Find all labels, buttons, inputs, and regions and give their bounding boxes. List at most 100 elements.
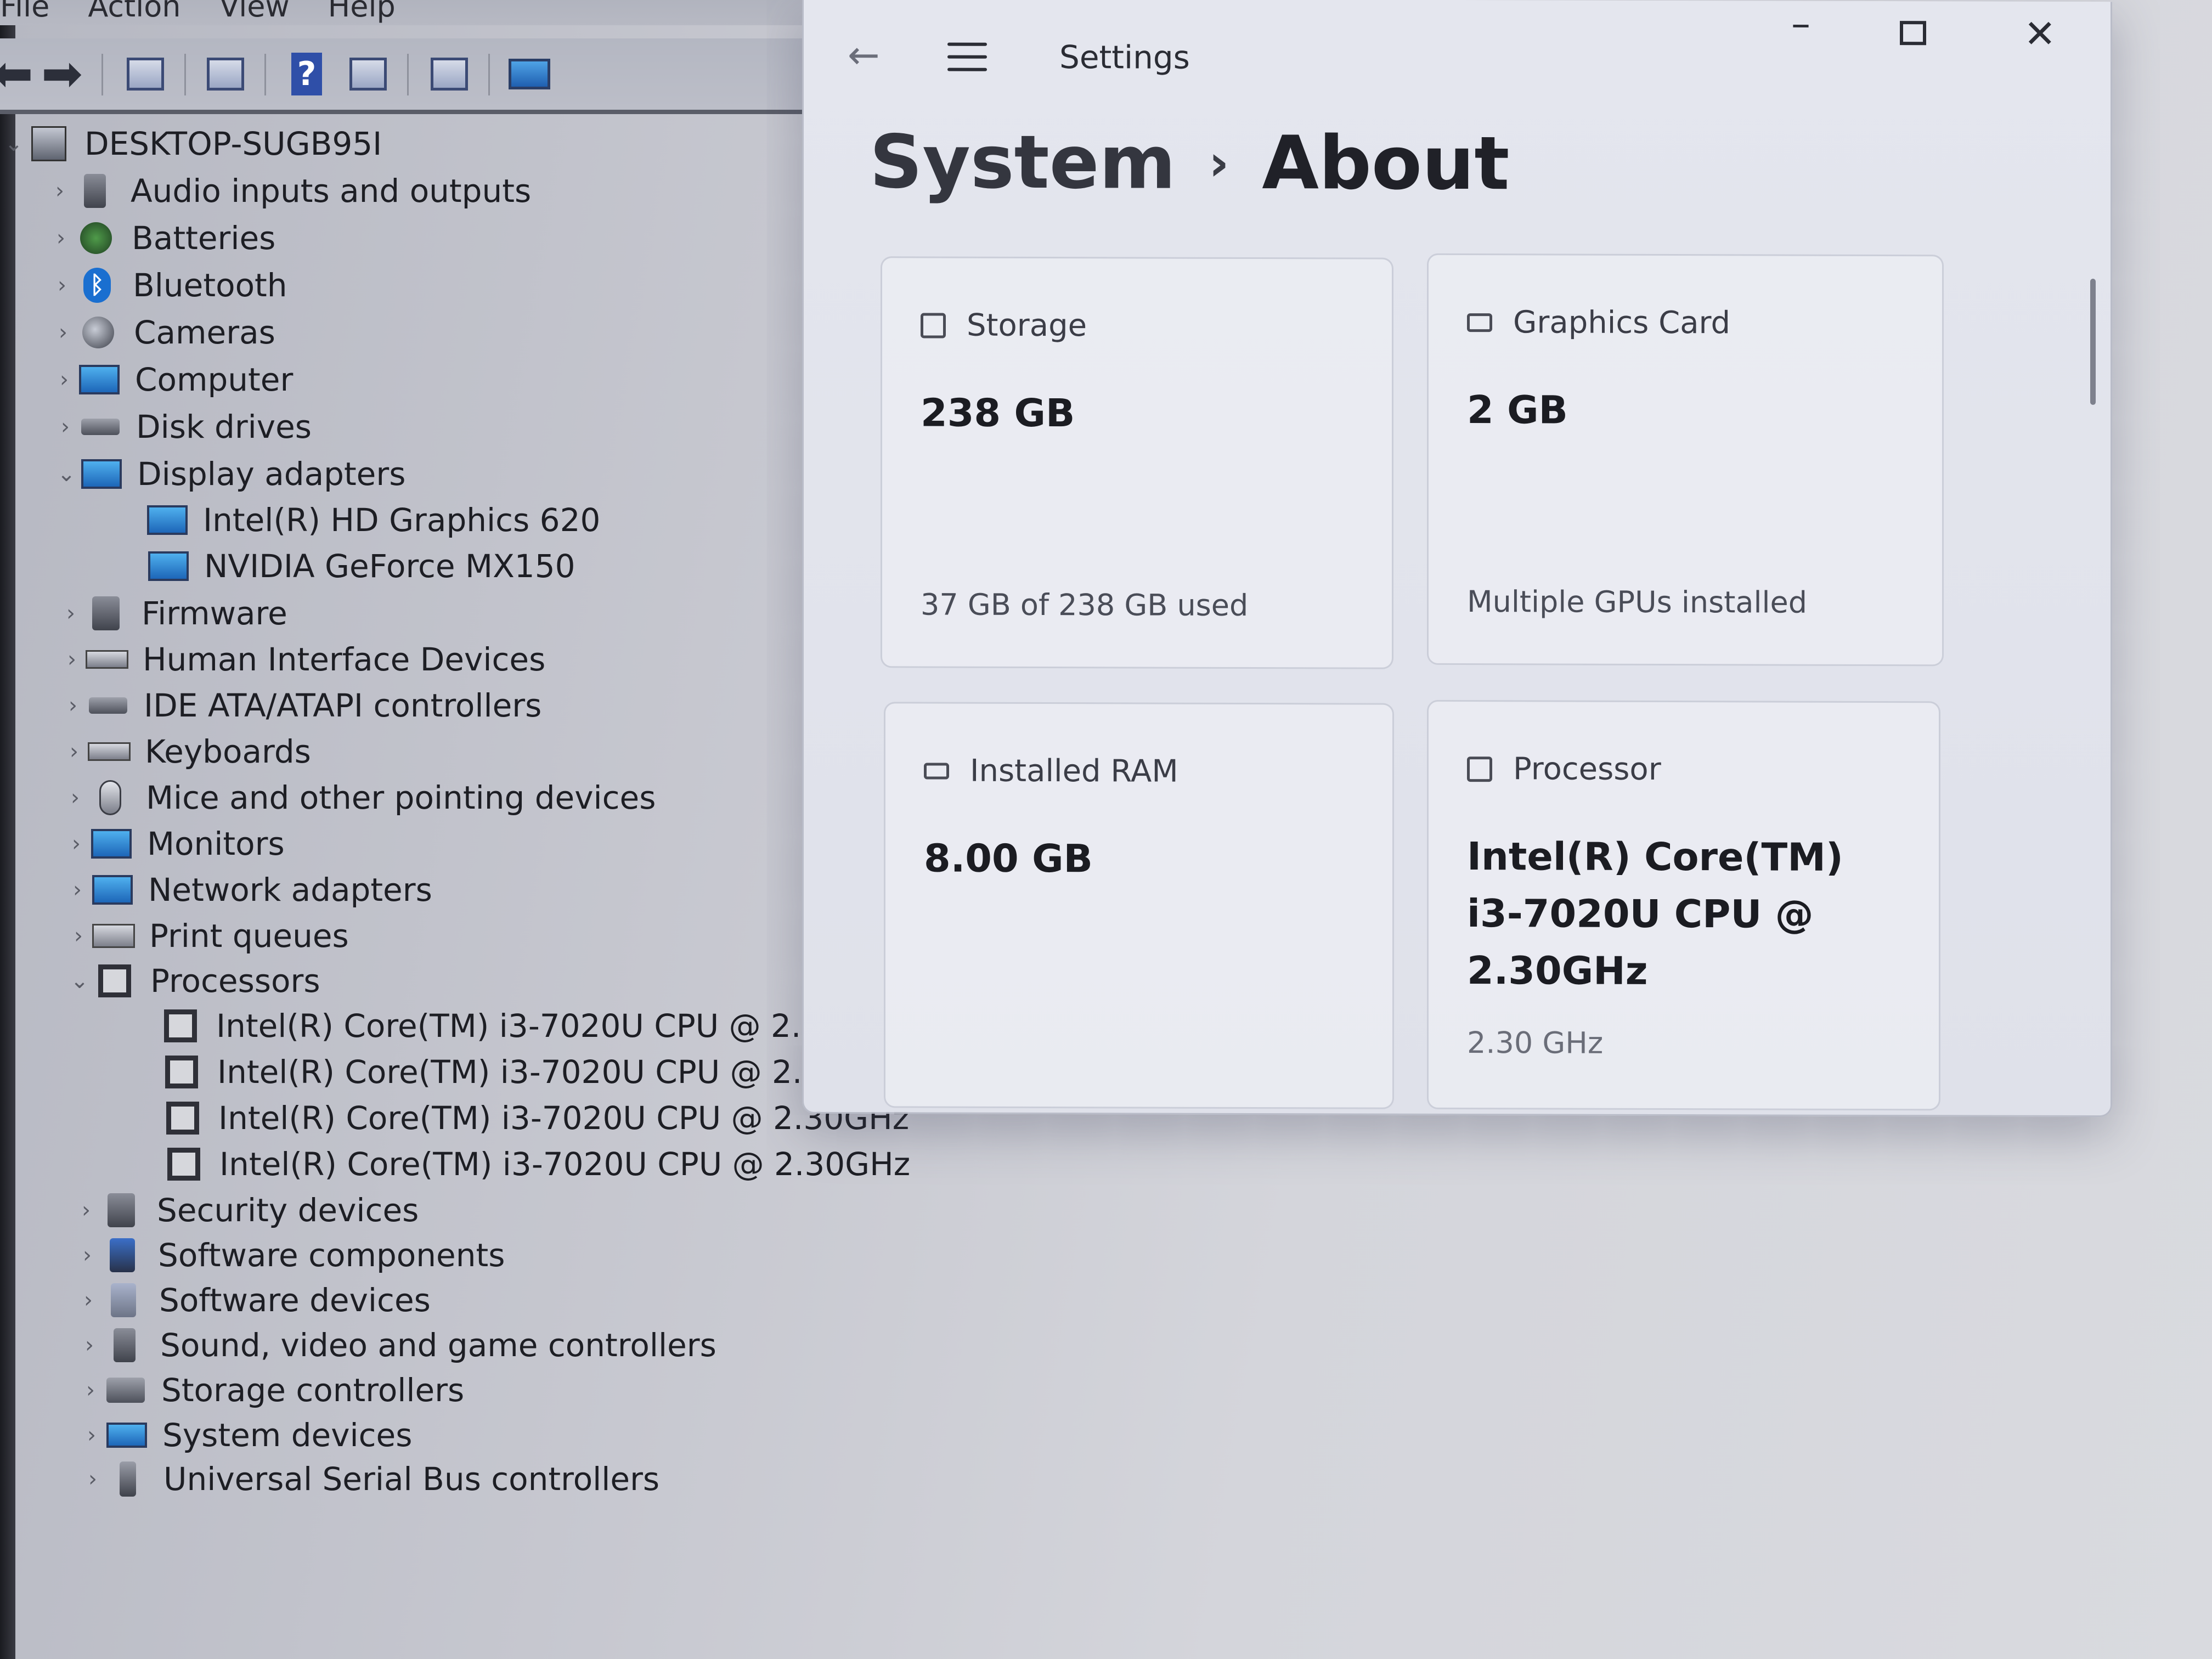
tree-node[interactable]: › Security devices: [72, 1188, 419, 1232]
tree-node[interactable]: › IDE ATA/ATAPI controllers: [59, 684, 541, 727]
chevron-right-icon[interactable]: ›: [48, 273, 76, 298]
close-button[interactable]: ✕: [2024, 12, 2056, 57]
tree-node[interactable]: › Monitors: [63, 822, 285, 866]
graphics-card[interactable]: Graphics Card 2 GB Multiple GPUs install…: [1427, 253, 1944, 667]
processor-card[interactable]: Processor Intel(R) Core(TM) i3-7020U CPU…: [1427, 699, 1940, 1111]
chevron-right-icon[interactable]: ›: [63, 831, 90, 856]
chevron-right-icon[interactable]: ›: [79, 1466, 106, 1492]
node-label: System devices: [162, 1417, 413, 1454]
chevron-right-icon[interactable]: ›: [50, 367, 78, 392]
tree-node[interactable]: › Mice and other pointing devices: [61, 776, 656, 820]
processor-icon: [161, 1099, 204, 1137]
toolbar-separator: [184, 54, 186, 95]
help-icon[interactable]: ?: [283, 50, 330, 98]
device-manager-window: File Action View Help ⬅ ➡ ? ⌄ DESKTOP-SU…: [0, 0, 910, 1659]
tree-node[interactable]: › Software devices: [75, 1278, 431, 1322]
tree-node[interactable]: › Sound, video and game controllers: [76, 1323, 716, 1367]
tree-node[interactable]: › Firmware: [57, 591, 287, 635]
chevron-right-icon[interactable]: ›: [59, 693, 87, 718]
tree-node-expanded[interactable]: ⌄ Display adapters: [53, 452, 405, 496]
tree-node[interactable]: › System devices: [78, 1413, 412, 1457]
menu-bar: File Action View Help: [0, 0, 812, 25]
tree-node[interactable]: › Batteries: [47, 216, 275, 260]
properties-icon[interactable]: [122, 50, 169, 98]
card-title: Graphics Card: [1513, 304, 1731, 341]
tree-node[interactable]: › ᛒ Bluetooth: [48, 263, 287, 307]
tree-node[interactable]: › Disk drives: [52, 405, 312, 449]
menu-view[interactable]: View: [219, 0, 290, 24]
tree-node[interactable]: › Keyboards: [60, 730, 311, 774]
tree-node[interactable]: › Print queues: [65, 914, 349, 958]
breadcrumb-system[interactable]: System: [870, 119, 1176, 205]
maximize-button[interactable]: [1900, 21, 1926, 46]
chevron-right-icon[interactable]: ›: [76, 1333, 103, 1358]
chevron-right-icon[interactable]: ›: [61, 785, 89, 810]
chevron-right-icon[interactable]: ›: [75, 1288, 102, 1313]
ram-card[interactable]: Installed RAM 8.00 GB: [884, 702, 1394, 1109]
hamburger-menu-icon[interactable]: [947, 42, 987, 81]
scan-hardware-icon[interactable]: [426, 50, 473, 98]
chevron-right-icon[interactable]: ›: [74, 1243, 101, 1268]
storage-icon: [921, 312, 946, 338]
chevron-down-icon[interactable]: ⌄: [0, 131, 27, 156]
node-label: Disk drives: [136, 408, 312, 445]
chevron-right-icon[interactable]: ›: [64, 877, 91, 902]
chevron-down-icon[interactable]: ⌄: [66, 968, 93, 994]
chevron-right-icon[interactable]: ›: [65, 923, 92, 949]
network-icon: [91, 871, 134, 909]
tree-node[interactable]: › Audio inputs and outputs: [46, 169, 531, 213]
chevron-right-icon[interactable]: ›: [58, 647, 86, 672]
tree-node[interactable]: › Human Interface Devices: [58, 637, 545, 681]
usb-icon: [106, 1460, 149, 1498]
scrollbar[interactable]: [2090, 279, 2096, 405]
chevron-right-icon[interactable]: ›: [46, 178, 74, 204]
chevron-right-icon[interactable]: ›: [52, 414, 79, 439]
forward-arrow-icon[interactable]: ➡: [38, 49, 86, 99]
tree-child[interactable]: Intel(R) Core(TM) i3-7020U CPU @ 2.30GHz: [162, 1142, 910, 1186]
tree-child[interactable]: NVIDIA GeForce MX150: [147, 544, 575, 588]
security-icon: [100, 1192, 143, 1229]
chevron-right-icon[interactable]: ›: [60, 739, 88, 764]
tree-child[interactable]: Intel(R) Core(TM) i3-7020U CPU @ 2.30GHz: [161, 1096, 909, 1140]
chevron-right-icon[interactable]: ›: [47, 225, 75, 251]
tree-node[interactable]: › Cameras: [49, 311, 275, 354]
storage-card[interactable]: Storage 238 GB 37 GB of 238 GB used: [881, 256, 1393, 669]
chevron-right-icon[interactable]: ›: [77, 1378, 104, 1403]
menu-file[interactable]: File: [0, 0, 49, 24]
tree-node[interactable]: › Computer: [50, 358, 293, 402]
node-label: Processors: [150, 962, 320, 1000]
menu-help[interactable]: Help: [328, 0, 396, 24]
tree-node-expanded[interactable]: ⌄ Processors: [66, 959, 320, 1003]
monitor-icon[interactable]: [506, 50, 553, 98]
breadcrumb: System › About: [870, 119, 1509, 206]
processor-icon: [162, 1146, 205, 1183]
minimize-button[interactable]: –: [1791, 1, 1810, 46]
back-arrow-icon[interactable]: ←: [848, 32, 880, 77]
tree-child[interactable]: Intel(R) Core(TM) i3-7020U CPU @ 2.30GHz: [159, 1004, 907, 1048]
tree-node[interactable]: › Universal Serial Bus controllers: [79, 1457, 659, 1501]
chevron-down-icon[interactable]: ⌄: [53, 461, 80, 487]
chevron-right-icon[interactable]: ›: [72, 1198, 100, 1223]
tree-node[interactable]: › Network adapters: [64, 868, 432, 912]
update-driver-icon[interactable]: [202, 50, 249, 98]
chevron-right-icon[interactable]: ›: [57, 601, 84, 626]
show-hidden-icon[interactable]: [345, 50, 392, 98]
node-label: IDE ATA/ATAPI controllers: [144, 687, 542, 724]
back-arrow-icon[interactable]: ⬅: [0, 49, 36, 99]
tree-node[interactable]: › Storage controllers: [77, 1368, 464, 1412]
chevron-right-icon[interactable]: ›: [49, 320, 77, 345]
tree-child[interactable]: Intel(R) HD Graphics 620: [146, 498, 600, 542]
display-adapter-icon: [147, 548, 190, 585]
processor-icon: [160, 1053, 203, 1091]
card-header: Processor: [1467, 751, 1661, 787]
card-header: Graphics Card: [1467, 304, 1730, 341]
menu-action[interactable]: Action: [88, 0, 180, 24]
tree-root[interactable]: ⌄ DESKTOP-SUGB95I: [0, 122, 382, 166]
processor-icon: [1467, 756, 1492, 782]
computer-icon: [27, 125, 70, 162]
tree-child[interactable]: Intel(R) Core(TM) i3-7020U CPU @ 2.30GHz: [160, 1050, 908, 1094]
chevron-right-icon[interactable]: ›: [78, 1423, 105, 1448]
tree-node[interactable]: › Software components: [74, 1233, 505, 1277]
title-bar: ← Settings – ✕: [804, 0, 2111, 128]
disk-icon: [79, 408, 122, 445]
